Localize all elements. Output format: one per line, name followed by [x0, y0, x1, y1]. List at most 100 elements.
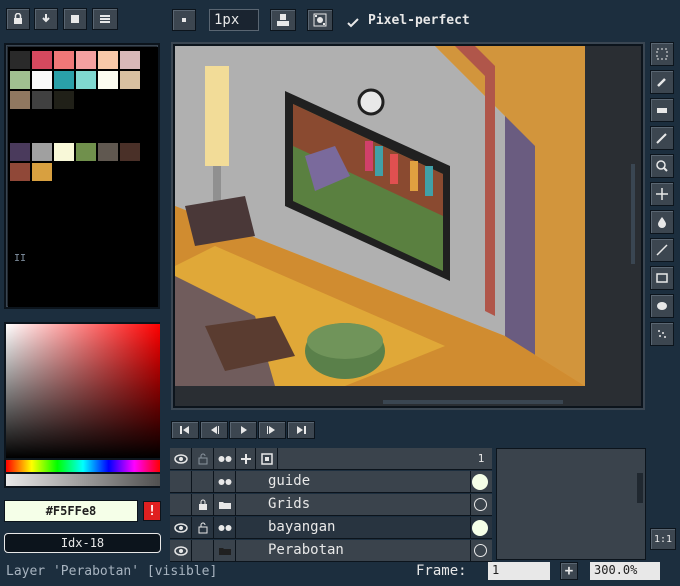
lock-toggle[interactable]	[192, 540, 214, 561]
lock-toggle[interactable]	[192, 517, 214, 538]
play-button[interactable]	[229, 421, 257, 439]
frame-input[interactable]: 1	[488, 562, 550, 580]
lock-toggle[interactable]	[192, 494, 214, 515]
dot-icon	[182, 18, 186, 22]
canvas-vertical-scrollbar[interactable]	[631, 164, 635, 264]
hue-slider[interactable]	[6, 460, 160, 472]
layer-row[interactable]: bayangan	[170, 517, 492, 539]
select-rect-tool-button[interactable]	[650, 42, 674, 66]
palette-swatch[interactable]	[54, 71, 74, 89]
alpha-slider[interactable]	[6, 474, 160, 486]
visibility-toggle[interactable]	[170, 540, 192, 561]
palette-swatch[interactable]	[120, 143, 140, 161]
first-frame-button[interactable]	[171, 421, 199, 439]
layers-header: 1	[170, 448, 492, 470]
layer-square-icon	[260, 452, 273, 465]
layer-type-toggle[interactable]	[214, 494, 236, 515]
ratio-button[interactable]: 1:1	[650, 528, 676, 550]
palette-swatch[interactable]	[54, 91, 74, 109]
pixel-perfect-checkbox[interactable]	[347, 14, 359, 28]
book-5	[425, 166, 433, 196]
layer-name: guide	[268, 473, 311, 489]
saturation-value-field[interactable]	[6, 324, 160, 458]
visibility-header[interactable]	[170, 448, 192, 469]
fill-tool-button[interactable]	[650, 210, 674, 234]
last-frame-button[interactable]	[287, 421, 315, 439]
fill-icon	[658, 217, 666, 228]
palette-panel: II	[4, 43, 160, 309]
palette-swatch[interactable]	[76, 143, 96, 161]
canvas-horizontal-scrollbar[interactable]	[383, 400, 563, 404]
pattern-icon	[313, 13, 327, 27]
stop-button[interactable]	[63, 8, 87, 30]
frame-header[interactable]: 1	[470, 448, 492, 469]
visibility-toggle[interactable]	[170, 517, 192, 538]
palette-swatch[interactable]	[76, 51, 96, 69]
link-dots-icon	[218, 524, 231, 531]
play-icon	[241, 426, 247, 434]
warning-icon: !	[148, 503, 156, 519]
layer-type-toggle[interactable]	[214, 540, 236, 561]
canvas[interactable]	[175, 46, 641, 406]
palette-swatch[interactable]	[98, 51, 118, 69]
cel-indicator	[472, 474, 488, 490]
palette-swatch[interactable]	[32, 143, 52, 161]
palette-swatch[interactable]	[32, 163, 52, 181]
palette-swatch[interactable]	[10, 71, 30, 89]
palette-swatch[interactable]	[32, 51, 52, 69]
download-button[interactable]	[34, 8, 58, 30]
add-frame-button[interactable]: +	[560, 562, 578, 580]
palette-swatch[interactable]	[32, 91, 52, 109]
zoom-tool-button[interactable]	[650, 154, 674, 178]
visibility-toggle[interactable]	[170, 471, 192, 492]
pencil-tool-button[interactable]	[650, 126, 674, 150]
palette-swatch[interactable]	[10, 163, 30, 181]
palette-swatch[interactable]	[10, 143, 30, 161]
layer-row[interactable]: guide	[170, 471, 492, 493]
move-header[interactable]	[236, 448, 256, 469]
palette-swatch[interactable]	[98, 143, 118, 161]
zoom-field[interactable]: 300.0%	[590, 562, 660, 580]
menu-button[interactable]	[92, 8, 118, 30]
pixel-brush-button[interactable]	[270, 9, 296, 31]
palette-swatch[interactable]	[98, 71, 118, 89]
color-index-field[interactable]: Idx-18	[4, 533, 161, 553]
layer-row[interactable]: Perabotan	[170, 540, 492, 562]
wall-trim	[505, 116, 535, 366]
palette-swatch[interactable]	[54, 51, 74, 69]
brush-size-field[interactable]: 1px	[209, 9, 259, 31]
rectangle-tool-button[interactable]	[650, 266, 674, 290]
hex-color-field[interactable]: #F5FFe8	[4, 500, 138, 522]
palette-swatch[interactable]	[32, 71, 52, 89]
palette-swatch[interactable]	[54, 143, 74, 161]
cels-scrollbar[interactable]	[637, 473, 643, 503]
move-tool-button[interactable]	[650, 182, 674, 206]
visibility-toggle[interactable]	[170, 494, 192, 515]
blur-tool-button[interactable]	[650, 294, 674, 318]
link-header[interactable]	[256, 448, 278, 469]
layer-type-toggle[interactable]	[214, 517, 236, 538]
palette-swatch[interactable]	[10, 51, 30, 69]
palette-swatch[interactable]	[120, 51, 140, 69]
prev-frame-button[interactable]	[200, 421, 228, 439]
palette-swatch[interactable]	[76, 71, 96, 89]
layer-type-toggle[interactable]	[214, 471, 236, 492]
line-tool-button[interactable]	[650, 238, 674, 262]
continuous-header[interactable]	[214, 448, 236, 469]
palette-swatch[interactable]	[10, 91, 30, 109]
brush-shape-button[interactable]	[172, 9, 196, 31]
lock-toggle[interactable]	[192, 471, 214, 492]
warning-button[interactable]: !	[143, 501, 161, 521]
book-3	[390, 154, 398, 184]
pattern-brush-button[interactable]	[307, 9, 333, 31]
lock-header[interactable]	[192, 448, 214, 469]
next-frame-button[interactable]	[258, 421, 286, 439]
eyedropper-tool-button[interactable]	[650, 70, 674, 94]
eyedropper-icon	[657, 78, 666, 87]
eraser-tool-button[interactable]	[650, 98, 674, 122]
lock-button[interactable]	[6, 8, 30, 30]
pencil-icon	[656, 133, 667, 144]
spray-tool-button[interactable]	[650, 322, 674, 346]
layer-row[interactable]: Grids	[170, 494, 492, 516]
palette-swatch[interactable]	[120, 71, 140, 89]
